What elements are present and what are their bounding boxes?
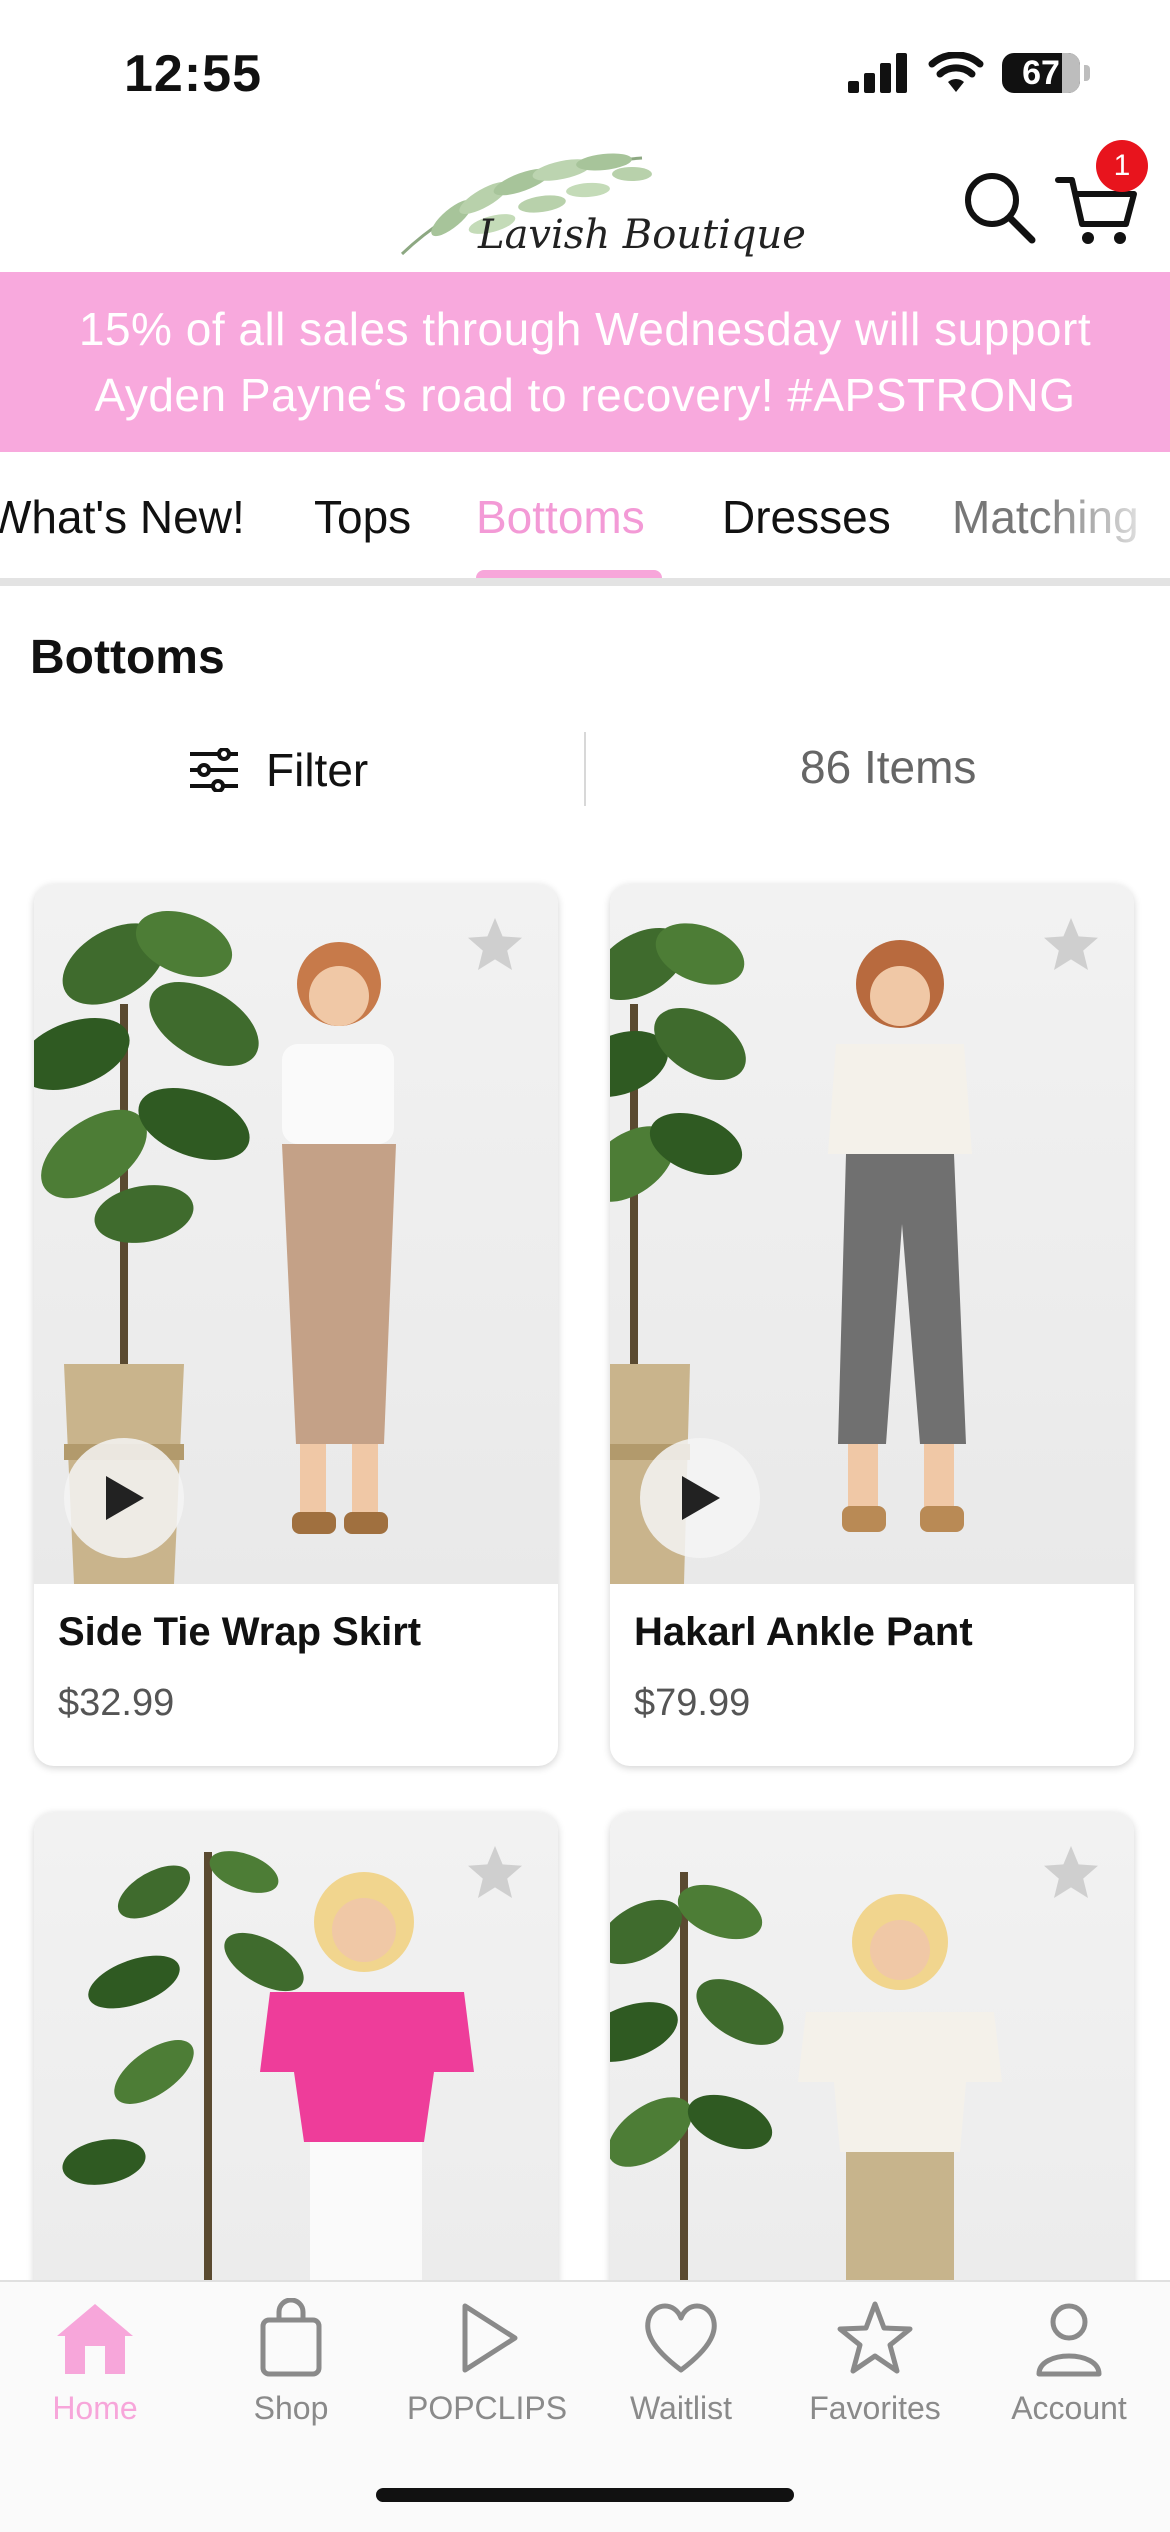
category-tabs: What's New! Tops Bottoms Dresses Matchin… [0,452,1170,586]
home-icon [57,2304,133,2374]
nav-popclips[interactable]: POPCLIPS [392,2298,582,2427]
nav-label: Account [1011,2390,1127,2426]
product-image[interactable] [34,884,558,1584]
nav-label: Home [52,2390,138,2426]
product-image[interactable] [610,1812,1134,2312]
status-icons: 67 [848,52,1090,94]
app-header: Lavish Boutique [0,140,1170,272]
filter-button[interactable]: Filter [188,730,368,810]
favorite-star-icon[interactable] [1040,1842,1102,1904]
play-video-button[interactable] [640,1438,760,1558]
favorite-star-icon[interactable] [464,914,526,976]
product-card[interactable] [34,1812,558,2312]
heart-icon [645,2303,717,2373]
page-title: Bottoms [30,631,225,684]
favorite-star-icon[interactable] [1040,914,1102,976]
search-button[interactable] [960,168,1040,248]
battery-level: 67 [1022,53,1060,92]
filter-sliders-icon [190,748,238,792]
product-name[interactable]: Side Tie Wrap Skirt [58,1610,421,1655]
filter-label: Filter [266,744,369,796]
promo-banner[interactable]: 15% of all sales through Wednesday will … [0,272,1170,452]
user-icon [1036,2303,1102,2377]
active-tab-indicator [476,570,662,578]
filter-bar: Filter 86 Items [0,730,1170,810]
product-price: $32.99 [58,1682,175,1724]
play-outline-icon [462,2303,518,2373]
tab-tops[interactable]: Tops [314,490,411,544]
star-outline-icon [837,2301,913,2374]
cellular-signal-icon [848,53,907,93]
brand-logo[interactable]: Lavish Boutique [392,146,806,270]
play-icon [106,1476,144,1520]
product-card[interactable]: Hakarl Ankle Pant $79.99 [610,884,1134,1766]
home-indicator[interactable] [376,2488,794,2502]
tab-whats-new[interactable]: What's New! [0,490,245,544]
tabs-fade-overlay [1040,452,1170,578]
battery-tip [1084,65,1090,81]
battery-icon: 67 [1002,53,1080,93]
nav-label: POPCLIPS [406,2390,568,2426]
nav-waitlist[interactable]: Waitlist [586,2298,776,2427]
product-image[interactable] [34,1812,558,2312]
filter-divider [584,732,586,806]
nav-label: Waitlist [630,2390,732,2426]
status-bar: 12:55 67 [0,0,1170,140]
cart-count-badge: 1 [1096,140,1148,192]
tab-bottoms[interactable]: Bottoms [476,490,645,544]
nav-favorites[interactable]: Favorites [780,2298,970,2427]
product-price: $79.99 [634,1682,751,1724]
play-icon [682,1476,720,1520]
nav-shop[interactable]: Shop [196,2298,386,2427]
play-video-button[interactable] [64,1438,184,1558]
promo-text: 15% of all sales through Wednesday will … [78,303,1092,421]
product-image[interactable] [610,884,1134,1584]
nav-label: Favorites [809,2390,941,2426]
item-count: 86 Items [800,741,977,793]
tab-dresses[interactable]: Dresses [722,490,891,544]
wifi-icon [928,52,984,92]
shopping-bag-icon [260,2298,322,2377]
search-icon [965,173,1036,244]
product-name[interactable]: Hakarl Ankle Pant [634,1610,973,1655]
product-card[interactable]: Side Tie Wrap Skirt $32.99 [34,884,558,1766]
status-time: 12:55 [124,45,262,103]
nav-home[interactable]: Home [0,2298,190,2427]
nav-label: Shop [253,2390,329,2426]
brand-name: Lavish Boutique [478,212,806,258]
product-card[interactable] [610,1812,1134,2312]
favorite-star-icon[interactable] [464,1842,526,1904]
nav-account[interactable]: Account [974,2298,1164,2427]
